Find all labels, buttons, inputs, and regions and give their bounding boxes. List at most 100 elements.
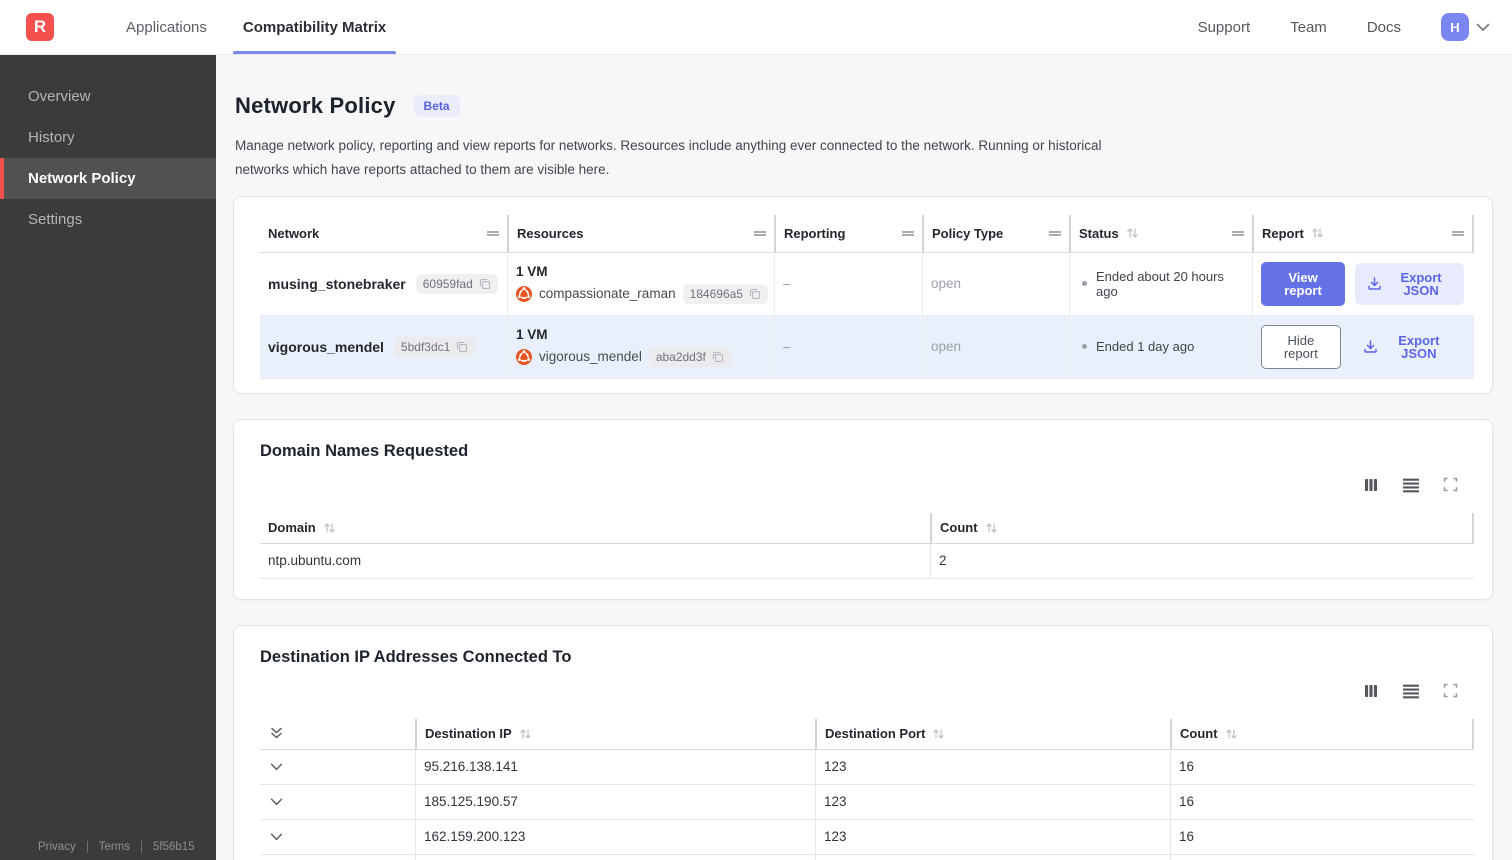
destination-row[interactable]: 185.125.190.57 123 16 <box>260 784 1474 820</box>
copy-icon[interactable] <box>712 351 724 363</box>
column-header-count[interactable]: Count <box>1170 718 1474 749</box>
double-chevron-down-icon[interactable] <box>270 727 283 740</box>
destination-port-cell: 123 <box>815 819 1170 854</box>
column-resize-handle-icon[interactable] <box>1451 226 1465 241</box>
destination-port-cell: 123 <box>815 749 1170 784</box>
resource-id-badge[interactable]: 184696a5 <box>682 283 768 304</box>
network-id-badge[interactable]: 5bdf3dc1 <box>393 336 476 357</box>
status-dot-icon <box>1082 281 1087 287</box>
nav-link-team[interactable]: Team <box>1290 19 1327 36</box>
copy-icon[interactable] <box>479 278 491 290</box>
sort-icon[interactable] <box>932 728 945 740</box>
column-header-destination-port[interactable]: Destination Port <box>815 718 1170 749</box>
policy-type-cell: open <box>922 252 1069 315</box>
sort-icon[interactable] <box>1126 227 1139 239</box>
resource-count: 1 VM <box>516 326 548 342</box>
privacy-link[interactable]: Privacy <box>38 841 76 853</box>
status-cell: Ended about 20 hours ago <box>1069 252 1252 315</box>
count-cell: 16 <box>1170 819 1474 854</box>
avatar: H <box>1441 13 1469 41</box>
column-header-network[interactable]: Network <box>260 215 507 252</box>
column-resize-handle-icon[interactable] <box>1048 226 1062 241</box>
column-header-domain[interactable]: Domain <box>260 513 930 543</box>
sidebar-item-history[interactable]: History <box>0 117 216 158</box>
column-resize-handle-icon[interactable] <box>1231 226 1245 241</box>
reporting-cell: – <box>774 252 922 315</box>
export-json-button[interactable]: Export JSON <box>1351 326 1464 368</box>
networks-table-card: Network Resources Reporting Policy Type … <box>233 195 1493 394</box>
column-header-count[interactable]: Count <box>930 512 1474 543</box>
chevron-down-icon <box>1476 23 1490 32</box>
account-menu[interactable]: H <box>1441 13 1490 41</box>
view-report-button[interactable]: View report <box>1261 261 1346 306</box>
sort-icon[interactable] <box>985 522 998 534</box>
destination-table-header: Destination IP Destination Port Count <box>260 718 1474 750</box>
rows-icon[interactable] <box>1402 477 1420 493</box>
network-row-musing-stonebraker[interactable]: musing_stonebraker 60959fad 1 VM compass… <box>260 252 1474 316</box>
sort-icon[interactable] <box>519 728 532 740</box>
copy-icon[interactable] <box>456 341 468 353</box>
column-header-report[interactable]: Report <box>1252 214 1474 252</box>
nav-link-docs[interactable]: Docs <box>1367 19 1401 36</box>
destination-row[interactable]: 95.216.138.141 123 16 <box>260 749 1474 785</box>
column-header-destination-ip[interactable]: Destination IP <box>415 718 815 749</box>
nav-right-links: Support Team Docs H <box>1198 0 1512 54</box>
count-cell: 16 <box>1170 854 1474 860</box>
resource-name: vigorous_mendel <box>539 349 642 365</box>
copy-icon[interactable] <box>749 288 761 300</box>
columns-icon[interactable] <box>1363 683 1379 699</box>
column-resize-handle-icon[interactable] <box>753 226 767 241</box>
column-header-status[interactable]: Status <box>1069 214 1252 252</box>
status-text: Ended 1 day ago <box>1096 339 1195 355</box>
row-expander[interactable] <box>260 750 415 784</box>
column-header-resources[interactable]: Resources <box>507 214 774 252</box>
fullscreen-icon[interactable] <box>1443 477 1458 492</box>
domain-row[interactable]: ntp.ubuntu.com 2 <box>260 543 1474 579</box>
page-title: Network Policy <box>235 93 396 118</box>
nav-link-support[interactable]: Support <box>1198 19 1251 36</box>
columns-icon[interactable] <box>1363 477 1379 493</box>
network-name: musing_stonebraker <box>268 275 406 292</box>
networks-table-header: Network Resources Reporting Policy Type … <box>260 214 1474 253</box>
fullscreen-icon[interactable] <box>1443 683 1458 698</box>
ubuntu-vm-icon <box>516 348 532 365</box>
tab-compatibility-matrix[interactable]: Compatibility Matrix <box>232 0 397 54</box>
sort-icon[interactable] <box>323 522 336 534</box>
ubuntu-vm-icon <box>516 285 532 302</box>
tab-applications[interactable]: Applications <box>116 0 217 54</box>
sidebar-item-network-policy[interactable]: Network Policy <box>0 158 216 199</box>
column-resize-handle-icon[interactable] <box>901 226 915 241</box>
row-expander[interactable] <box>260 785 415 819</box>
report-cell: View report Export JSON <box>1252 252 1474 315</box>
network-id-badge[interactable]: 60959fad <box>415 273 498 294</box>
status-dot-icon <box>1082 344 1087 350</box>
hide-report-button[interactable]: Hide report <box>1261 324 1341 369</box>
row-expander[interactable] <box>260 820 415 854</box>
domain-card-toolbar <box>260 477 1458 493</box>
sidebar-item-settings[interactable]: Settings <box>0 199 216 240</box>
terms-link[interactable]: Terms <box>86 841 130 853</box>
brand-logo[interactable]: R <box>26 13 54 41</box>
column-resize-handle-icon[interactable] <box>486 226 500 241</box>
destination-row[interactable]: 185.125.190.58 123 16 <box>260 854 1474 860</box>
resource-id-badge[interactable]: aba2dd3f <box>648 346 731 367</box>
domain-table-header: Domain Count <box>260 512 1474 544</box>
reporting-cell: – <box>774 315 922 378</box>
destination-ip-cell: 162.159.200.123 <box>415 819 815 854</box>
rows-icon[interactable] <box>1402 683 1420 699</box>
network-row-vigorous-mendel[interactable]: vigorous_mendel 5bdf3dc1 1 VM vigorous_m… <box>260 315 1474 379</box>
sort-icon[interactable] <box>1225 728 1238 740</box>
sort-icon[interactable] <box>1311 227 1324 239</box>
column-header-reporting[interactable]: Reporting <box>774 214 922 252</box>
expand-all-header-cell[interactable] <box>260 719 415 749</box>
destination-row[interactable]: 162.159.200.123 123 16 <box>260 819 1474 855</box>
row-expander[interactable] <box>260 855 415 860</box>
column-header-policy-type[interactable]: Policy Type <box>922 214 1069 252</box>
count-cell: 16 <box>1170 749 1474 784</box>
page-description: Manage network policy, reporting and vie… <box>235 138 1102 178</box>
build-version: 5f56b15 <box>141 841 195 853</box>
destination-ip-cell: 185.125.190.58 <box>415 854 815 860</box>
sidebar-item-overview[interactable]: Overview <box>0 76 216 117</box>
export-json-button[interactable]: Export JSON <box>1355 262 1464 305</box>
count-cell: 2 <box>930 543 1474 578</box>
